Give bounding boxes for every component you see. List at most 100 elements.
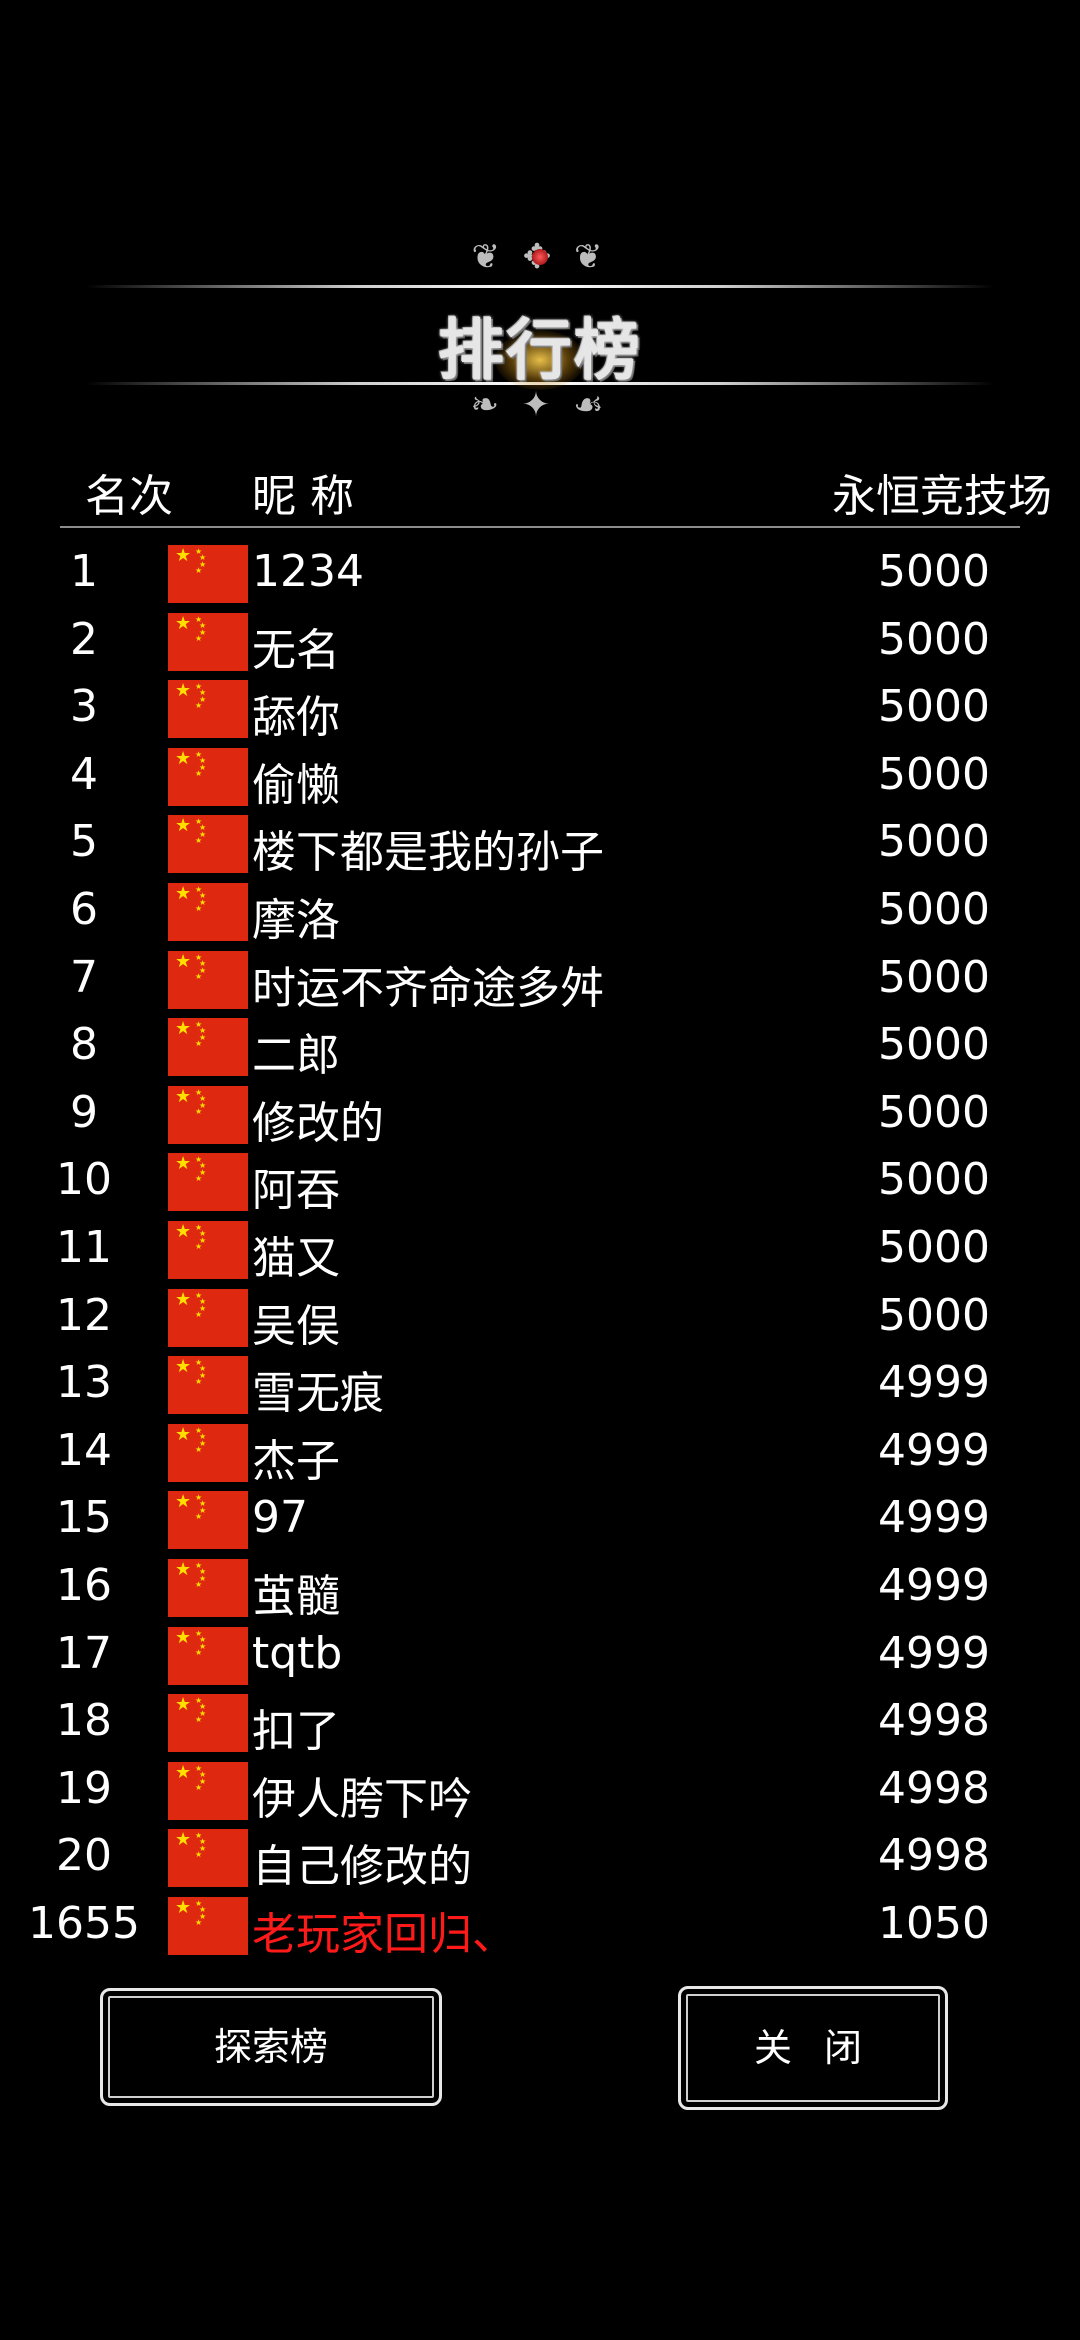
table-row: 4 ★ ★ ★ ★ ★ 偷懒 5000 <box>0 743 1080 811</box>
nickname-cell: 1234 <box>252 546 364 597</box>
china-flag-icon: ★ ★ ★ ★ ★ <box>168 1896 248 1955</box>
table-row: 7 ★ ★ ★ ★ ★ 时运不齐命途多舛 5000 <box>0 946 1080 1014</box>
nickname-cell: tqtb <box>252 1627 343 1679</box>
table-row: 8 ★ ★ ★ ★ ★ 二郎 5000 <box>0 1013 1080 1081</box>
china-flag-icon: ★ ★ ★ ★ ★ <box>168 1491 248 1550</box>
table-row: 3 ★ ★ ★ ★ ★ 舔你 5000 <box>0 675 1080 743</box>
china-flag-icon: ★ ★ ★ ★ ★ <box>168 1423 248 1482</box>
score-cell: 5000 <box>878 681 990 733</box>
china-flag-icon: ★ ★ ★ ★ ★ <box>168 1356 248 1415</box>
nickname-cell: 97 <box>252 1492 308 1544</box>
table-row: 5 ★ ★ ★ ★ ★ 楼下都是我的孙子 5000 <box>0 810 1080 878</box>
score-cell: 4998 <box>878 1762 990 1814</box>
table-row: 2 ★ ★ ★ ★ ★ 无名 5000 <box>0 608 1080 676</box>
rank-cell: 5 <box>70 816 98 868</box>
china-flag-icon: ★ ★ ★ ★ ★ <box>168 612 248 671</box>
table-row: 14 ★ ★ ★ ★ ★ 杰子 4999 <box>0 1419 1080 1487</box>
nickname-cell: 茧髓 <box>252 1570 340 1622</box>
china-flag-icon: ★ ★ ★ ★ ★ <box>168 1288 248 1347</box>
column-header-rank: 名次 <box>85 471 173 522</box>
rank-cell: 1 <box>70 546 98 597</box>
china-flag-icon: ★ ★ ★ ★ ★ <box>168 747 248 806</box>
nickname-cell: 杰子 <box>252 1435 340 1487</box>
rank-cell: 14 <box>56 1424 112 1476</box>
nickname-cell: 伊人胯下吟 <box>252 1773 472 1825</box>
china-flag-icon: ★ ★ ★ ★ ★ <box>168 1085 248 1144</box>
table-row: 1 ★ ★ ★ ★ ★ 1234 5000 <box>0 540 1080 608</box>
china-flag-icon: ★ ★ ★ ★ ★ <box>168 1829 248 1888</box>
china-flag-icon: ★ ★ ★ ★ ★ <box>168 1220 248 1279</box>
china-flag-icon: ★ ★ ★ ★ ★ <box>168 1694 248 1753</box>
nickname-cell: 修改的 <box>252 1097 384 1149</box>
rank-cell: 19 <box>56 1762 112 1814</box>
red-gem-icon <box>532 249 548 265</box>
score-cell: 5000 <box>878 883 990 935</box>
score-cell: 4999 <box>878 1559 990 1611</box>
score-cell: 5000 <box>878 1221 990 1273</box>
close-button[interactable]: 关 闭 <box>678 1986 948 2110</box>
nickname-cell: 摩洛 <box>252 894 340 946</box>
explore-leaderboard-button[interactable]: 探索榜 <box>100 1988 442 2106</box>
table-row: 19 ★ ★ ★ ★ ★ 伊人胯下吟 4998 <box>0 1757 1080 1825</box>
rank-cell: 8 <box>70 1019 98 1071</box>
china-flag-icon: ★ ★ ★ ★ ★ <box>168 1153 248 1212</box>
rank-cell: 7 <box>70 951 98 1003</box>
nickname-cell: 时运不齐命途多舛 <box>252 962 604 1014</box>
china-flag-icon: ★ ★ ★ ★ ★ <box>168 1558 248 1617</box>
table-row: 18 ★ ★ ★ ★ ★ 扣了 4998 <box>0 1689 1080 1757</box>
banner-top-line <box>85 285 995 288</box>
table-row: 17 ★ ★ ★ ★ ★ tqtb 4999 <box>0 1622 1080 1690</box>
nickname-cell: 扣了 <box>252 1706 340 1758</box>
score-cell: 4999 <box>878 1357 990 1409</box>
table-row: 9 ★ ★ ★ ★ ★ 修改的 5000 <box>0 1081 1080 1149</box>
nickname-cell: 阿吞 <box>252 1165 340 1217</box>
score-cell: 5000 <box>878 1019 990 1071</box>
ornament-bottom-icon: ❧ ✦ ☙ <box>470 385 610 425</box>
nickname-cell: 自己修改的 <box>252 1841 472 1893</box>
nickname-cell: 无名 <box>252 624 340 676</box>
rank-cell: 15 <box>56 1492 112 1544</box>
score-cell: 5000 <box>878 951 990 1003</box>
table-row: 6 ★ ★ ★ ★ ★ 摩洛 5000 <box>0 878 1080 946</box>
table-row: 20 ★ ★ ★ ★ ★ 自己修改的 4998 <box>0 1824 1080 1892</box>
leaderboard-list: 1 ★ ★ ★ ★ ★ 1234 5000 2 ★ ★ ★ ★ ★ 无名 5000 3 ★ ★ ★ ★ ★ 舔你 5000 4 ★… <box>0 540 1080 1960</box>
score-cell: 4998 <box>878 1830 990 1882</box>
score-cell: 4999 <box>878 1492 990 1544</box>
china-flag-icon: ★ ★ ★ ★ ★ <box>168 1761 248 1820</box>
rank-cell: 13 <box>56 1357 112 1409</box>
table-row: 12 ★ ★ ★ ★ ★ 吴俣 5000 <box>0 1284 1080 1352</box>
score-cell: 5000 <box>878 1086 990 1138</box>
nickname-cell: 舔你 <box>252 692 340 744</box>
rank-cell: 9 <box>70 1086 98 1138</box>
nickname-cell: 老玩家回归、 <box>252 1908 516 1960</box>
score-cell: 5000 <box>878 1289 990 1341</box>
china-flag-icon: ★ ★ ★ ★ ★ <box>168 1018 248 1077</box>
score-cell: 5000 <box>878 546 990 597</box>
rank-cell: 10 <box>56 1154 112 1206</box>
china-flag-icon: ★ ★ ★ ★ ★ <box>168 545 248 603</box>
china-flag-icon: ★ ★ ★ ★ ★ <box>168 882 248 941</box>
rank-cell: 11 <box>56 1221 112 1273</box>
nickname-cell: 偷懒 <box>252 759 340 811</box>
table-row: 16 ★ ★ ★ ★ ★ 茧髓 4999 <box>0 1554 1080 1622</box>
rank-cell: 18 <box>56 1695 112 1747</box>
table-row: 15 ★ ★ ★ ★ ★ 97 4999 <box>0 1486 1080 1554</box>
rank-cell: 12 <box>56 1289 112 1341</box>
score-cell: 5000 <box>878 1154 990 1206</box>
nickname-cell: 吴俣 <box>252 1300 340 1352</box>
rank-cell: 17 <box>56 1627 112 1679</box>
rank-cell: 4 <box>70 748 98 800</box>
self-rank-row: 1655 ★ ★ ★ ★ ★ 老玩家回归、 1050 <box>0 1892 1080 1960</box>
column-header-score: 永恒竞技场 <box>832 471 1052 522</box>
rank-cell: 20 <box>56 1830 112 1882</box>
table-row: 11 ★ ★ ★ ★ ★ 猫又 5000 <box>0 1216 1080 1284</box>
score-cell: 5000 <box>878 816 990 868</box>
score-cell: 5000 <box>878 748 990 800</box>
rank-cell: 1655 <box>28 1897 140 1949</box>
page-title: 排行榜 <box>438 312 642 389</box>
rank-cell: 2 <box>70 613 98 665</box>
china-flag-icon: ★ ★ ★ ★ ★ <box>168 1626 248 1685</box>
score-cell: 4999 <box>878 1424 990 1476</box>
table-row: 13 ★ ★ ★ ★ ★ 雪无痕 4999 <box>0 1351 1080 1419</box>
score-cell: 5000 <box>878 613 990 665</box>
